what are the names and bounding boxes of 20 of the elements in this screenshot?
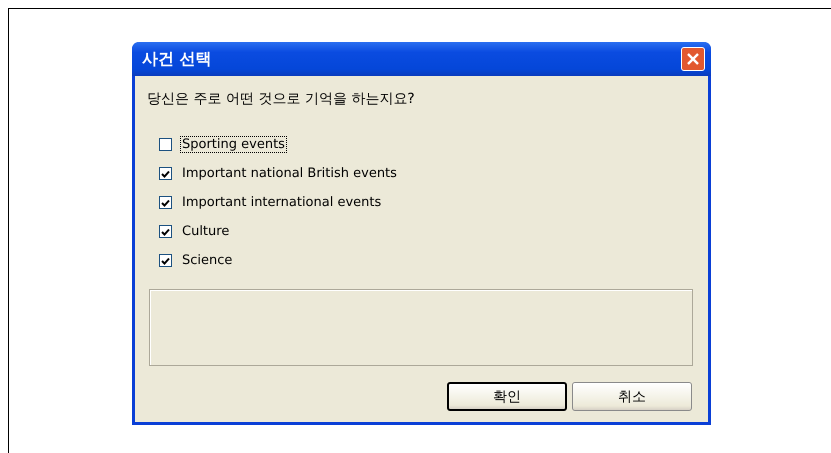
checkbox-label[interactable]: Important international events (181, 195, 382, 210)
checkbox-label[interactable]: Science (181, 253, 234, 268)
window-title: 사건 선택 (142, 48, 212, 70)
dialog-button[interactable]: 확인 (447, 382, 567, 411)
checkbox-label[interactable]: Sporting events (181, 137, 286, 152)
checkmark-icon (161, 170, 170, 178)
checkmark-icon (161, 228, 170, 236)
close-icon (686, 52, 700, 66)
checkbox[interactable] (159, 225, 172, 238)
checkbox[interactable] (159, 167, 172, 180)
checkmark-icon (161, 256, 170, 264)
dialog-button[interactable]: 취소 (572, 382, 692, 411)
checkmark-icon (161, 198, 170, 206)
checkbox-label[interactable]: Culture (181, 224, 230, 239)
checkbox-label[interactable]: Important national British events (181, 166, 398, 181)
close-button[interactable] (681, 47, 705, 71)
question-text: 당신은 주로 어떤 것으로 기억을 하는지요? (147, 90, 416, 108)
checkbox[interactable] (159, 196, 172, 209)
checkbox[interactable] (159, 138, 172, 151)
checkbox[interactable] (159, 254, 172, 267)
